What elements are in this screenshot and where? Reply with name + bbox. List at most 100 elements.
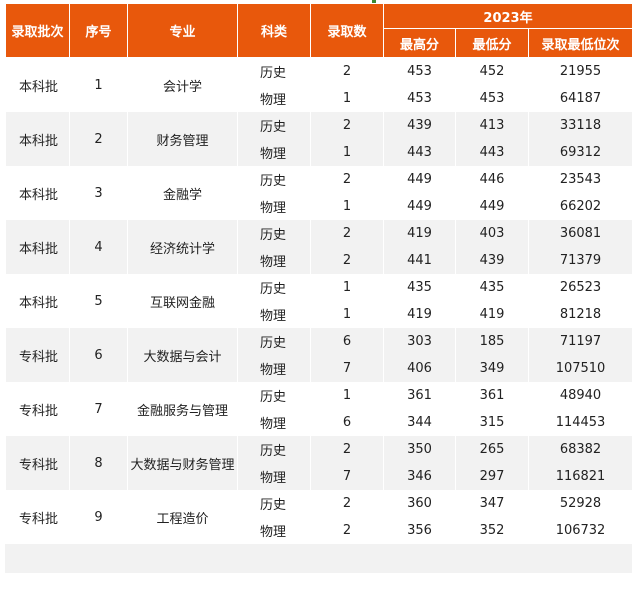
cell-subject: 物理: [237, 517, 311, 544]
table-footer-band: [5, 544, 632, 573]
cell-min-score: 347: [455, 490, 529, 517]
cell-min-rank: 52928: [527, 490, 634, 517]
cell-index: 1: [69, 57, 128, 112]
cell-max-score: 406: [383, 355, 456, 382]
cell-subject: 物理: [237, 139, 311, 166]
table-row: 专科批 8 大数据与财务管理 历史 2 350 265 68382: [5, 436, 634, 490]
cell-major: 金融学: [127, 166, 238, 220]
cell-min-rank: 36081: [527, 220, 634, 247]
cell-min-score: 419: [455, 301, 529, 328]
cell-subject: 物理: [237, 355, 311, 382]
cell-min-score: 449: [455, 193, 529, 220]
cell-min-score: 349: [455, 355, 529, 382]
cell-min-rank: 26523: [527, 274, 634, 301]
cell-min-score: 413: [455, 112, 529, 139]
cell-max-score: 419: [383, 220, 456, 247]
header-subject: 科类: [237, 3, 311, 58]
cell-min-rank: 81218: [527, 301, 634, 328]
cell-subject: 历史: [237, 490, 311, 517]
cell-min-score: 443: [455, 139, 529, 166]
cell-subject: 历史: [237, 382, 311, 409]
cell-max-score: 441: [383, 247, 456, 274]
cell-subject: 物理: [237, 301, 311, 328]
table-row: 本科批 3 金融学 历史 2 449 446 23543: [5, 166, 634, 220]
cell-index: 8: [69, 436, 128, 490]
table-body: 本科批 1 会计学 历史 2 453 452 21955 物理 1 453 453 64187 本科批 2 财…: [5, 57, 634, 544]
cell-batch: 本科批: [5, 57, 70, 112]
header-min-score: 最低分: [455, 28, 529, 58]
cell-count: 1: [310, 301, 384, 328]
cell-min-score: 439: [455, 247, 529, 274]
cell-count: 2: [310, 436, 384, 463]
cell-subject: 历史: [237, 328, 311, 355]
cell-batch: 本科批: [5, 220, 70, 274]
table-row: 本科批 1 会计学 历史 2 453 452 21955: [5, 57, 634, 112]
table-row: 专科批 9 工程造价 历史 2 360 347 52928: [5, 490, 634, 544]
admission-table-container: 录取批次 序号 专业 科类 录取数 2023年 最高分 最低分 录取最低位次 本…: [5, 3, 634, 573]
admission-table: 录取批次 序号 专业 科类 录取数 2023年 最高分 最低分 录取最低位次 本…: [5, 3, 634, 544]
cell-min-score: 435: [455, 274, 529, 301]
cell-batch: 本科批: [5, 166, 70, 220]
cell-min-rank: 68382: [527, 436, 634, 463]
cell-subject: 物理: [237, 409, 311, 436]
cell-min-score: 265: [455, 436, 529, 463]
cell-max-score: 443: [383, 139, 456, 166]
cell-min-rank: 116821: [527, 463, 634, 490]
cell-count: 2: [310, 220, 384, 247]
cell-index: 3: [69, 166, 128, 220]
cell-index: 4: [69, 220, 128, 274]
table-row: 专科批 6 大数据与会计 历史 6 303 185 71197: [5, 328, 634, 382]
cell-count: 7: [310, 355, 384, 382]
cell-min-rank: 21955: [527, 57, 634, 85]
cell-major: 互联网金融: [127, 274, 238, 328]
cell-min-rank: 71197: [527, 328, 634, 355]
cell-max-score: 361: [383, 382, 456, 409]
header-year-group: 2023年: [382, 3, 634, 29]
cell-min-rank: 48940: [527, 382, 634, 409]
header-index: 序号: [69, 3, 128, 58]
cell-major: 经济统计学: [127, 220, 238, 274]
cell-min-rank: 69312: [527, 139, 634, 166]
cell-count: 6: [310, 328, 384, 355]
cell-major: 工程造价: [127, 490, 238, 544]
table-row: 专科批 7 金融服务与管理 历史 1 361 361 48940: [5, 382, 634, 436]
cell-subject: 历史: [237, 57, 311, 85]
cell-min-rank: 71379: [527, 247, 634, 274]
cell-max-score: 453: [383, 85, 456, 112]
header-batch: 录取批次: [5, 3, 70, 58]
cell-min-rank: 33118: [527, 112, 634, 139]
header-major: 专业: [127, 3, 238, 58]
cell-index: 2: [69, 112, 128, 166]
cell-min-score: 403: [455, 220, 529, 247]
cell-major: 大数据与会计: [127, 328, 238, 382]
cell-index: 7: [69, 382, 128, 436]
table-row: 本科批 5 互联网金融 历史 1 435 435 26523: [5, 274, 634, 328]
cell-count: 2: [310, 517, 384, 544]
cell-max-score: 350: [383, 436, 456, 463]
cell-count: 2: [310, 166, 384, 193]
cell-min-score: 297: [455, 463, 529, 490]
cell-min-rank: 66202: [527, 193, 634, 220]
cell-max-score: 303: [383, 328, 456, 355]
header-min-rank: 录取最低位次: [527, 28, 634, 58]
cell-count: 1: [310, 85, 384, 112]
cell-min-rank: 64187: [527, 85, 634, 112]
cell-max-score: 344: [383, 409, 456, 436]
cell-major: 财务管理: [127, 112, 238, 166]
cell-count: 1: [310, 193, 384, 220]
cell-index: 9: [69, 490, 128, 544]
cell-subject: 历史: [237, 436, 311, 463]
cell-count: 2: [310, 247, 384, 274]
header-max-score: 最高分: [383, 28, 456, 58]
cell-batch: 本科批: [5, 112, 70, 166]
cell-subject: 历史: [237, 166, 311, 193]
cell-min-score: 352: [455, 517, 529, 544]
cell-min-score: 453: [455, 85, 529, 112]
cell-subject: 历史: [237, 274, 311, 301]
cell-min-score: 315: [455, 409, 529, 436]
cell-batch: 本科批: [5, 274, 70, 328]
cell-count: 1: [310, 274, 384, 301]
cell-subject: 历史: [237, 112, 311, 139]
cell-count: 1: [310, 139, 384, 166]
table-row: 本科批 4 经济统计学 历史 2 419 403 36081: [5, 220, 634, 274]
